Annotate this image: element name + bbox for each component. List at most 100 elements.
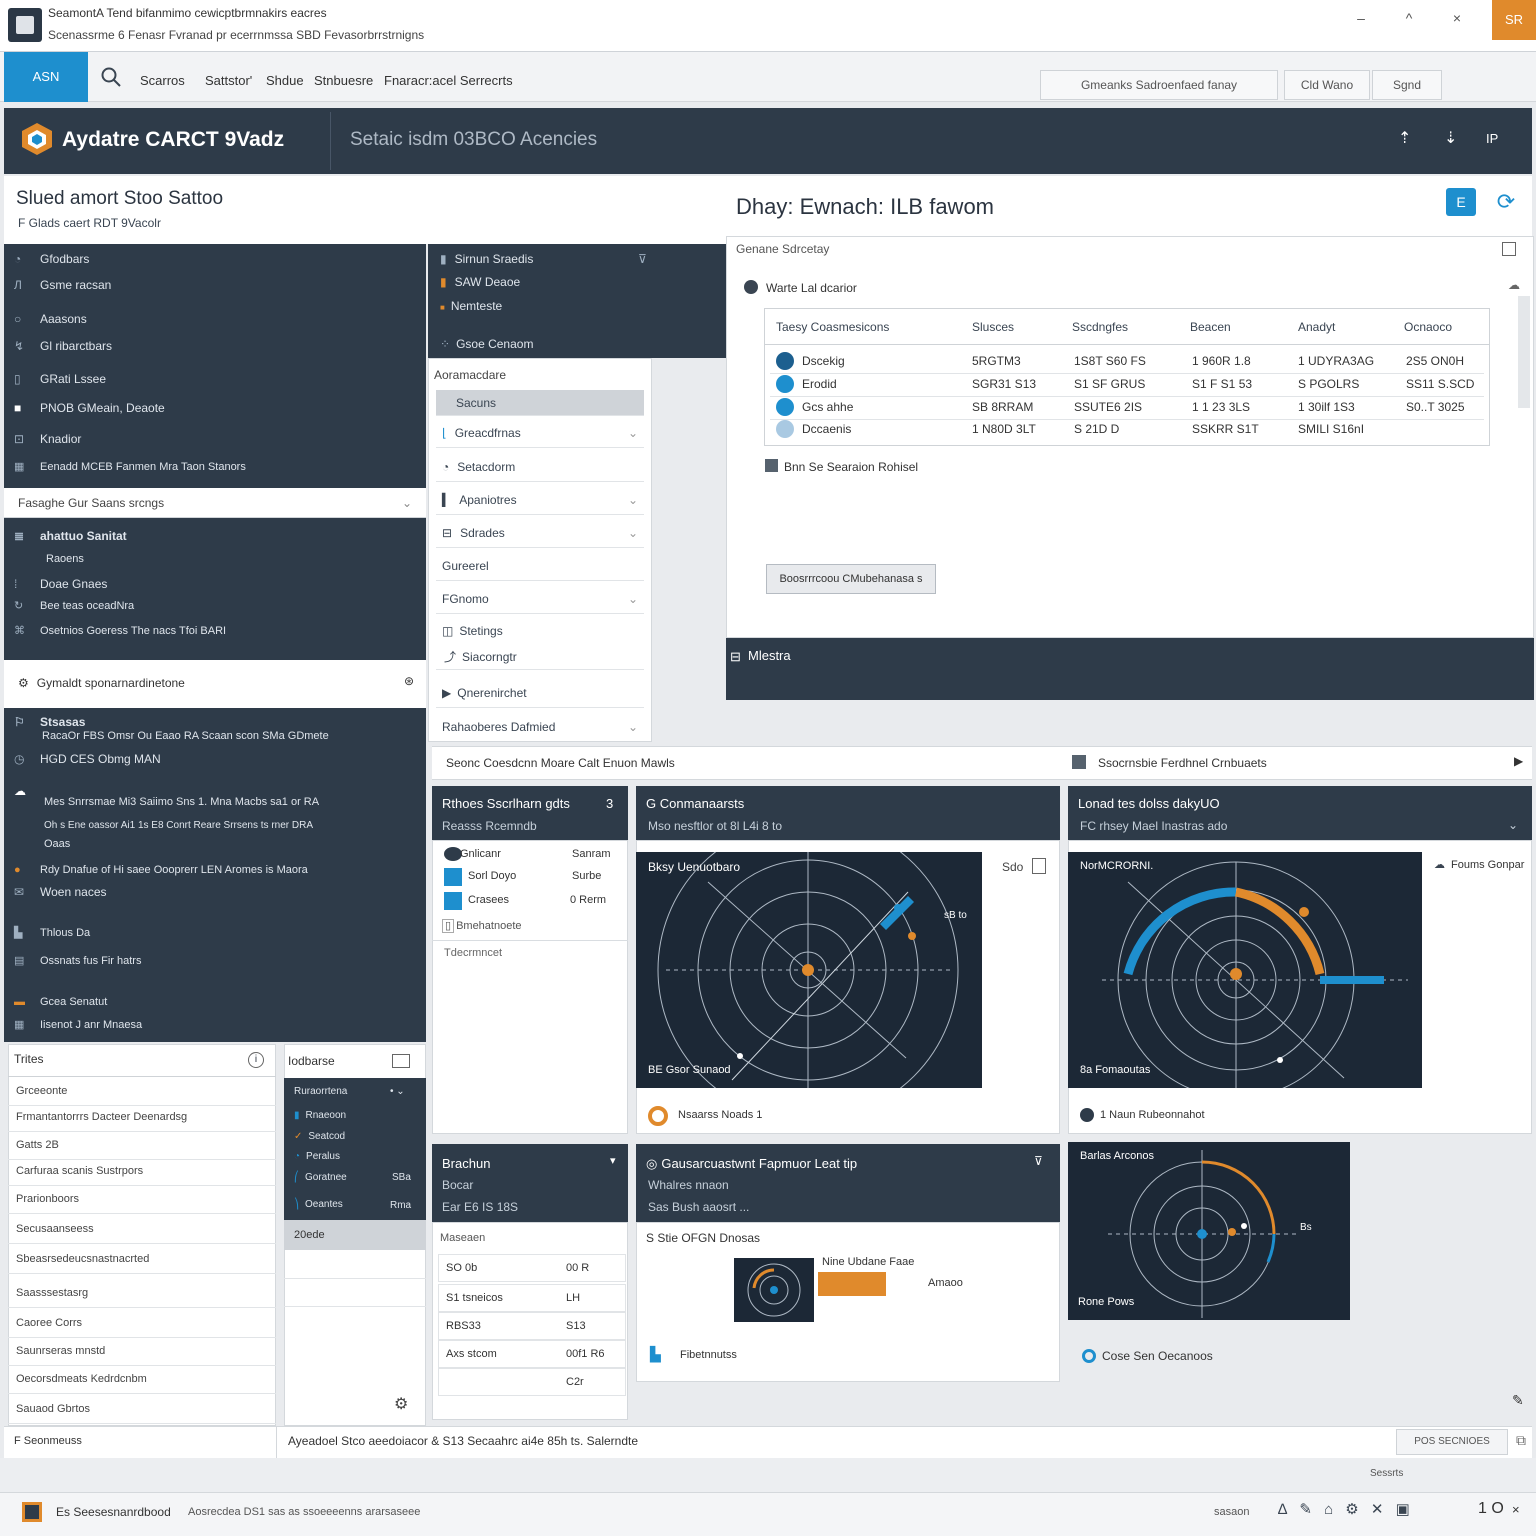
nav-item[interactable]: ▯ GRati Lssee [14,372,106,386]
nav-item[interactable]: Raoens [46,553,84,565]
list-row[interactable]: Saasssestasrg [8,1280,276,1308]
close-icon[interactable]: × [1512,1502,1520,1517]
mid-item[interactable]: ■ Nemteste [440,299,502,313]
corner-badge[interactable]: SR [1492,0,1536,40]
side-panel-selected[interactable]: 20ede [284,1220,426,1250]
menu-item-1[interactable]: Scarros [140,73,185,88]
menu-box-2[interactable]: Cld Wano [1284,70,1370,100]
help-icon[interactable]: IP [1486,131,1498,146]
nav-item[interactable]: ⚐ Stsasas [14,715,85,729]
menu-item-2[interactable]: Sattstor' [205,73,252,88]
status-button[interactable]: POS SECNIOES [1396,1429,1508,1455]
nav-item[interactable]: ▤ Ossnats fus Fir hatrs [14,954,141,967]
search-icon[interactable] [100,66,122,88]
menu-item[interactable]: ⤴ Siacorngtr [436,640,644,670]
nav-item[interactable]: ↻ Bee teas oceadNra [14,599,134,612]
list-row[interactable]: Sbeasrsedeucsnastnacrted [8,1246,276,1274]
menu-item[interactable]: ▍ Apaniotres ⌄ [436,485,644,515]
menu-item-3[interactable]: Shdue [266,73,304,88]
filter-icon[interactable]: ⊽ [638,252,647,266]
list-row[interactable]: Sauaod Gbrtos [8,1396,276,1424]
table-cell[interactable]: Erodid [802,377,837,391]
nav-item[interactable]: ○ Aaasons [14,312,87,326]
maximize-button[interactable]: ^ [1394,6,1424,30]
list-row[interactable]: Frmantantorrrs Dacteer Deenardsg [8,1104,276,1132]
mid-item[interactable]: ▮ SAW Deaoe [440,275,520,289]
side-panel-controls[interactable]: • ⌄ [390,1086,405,1097]
table-cell[interactable]: Dccaenis [802,422,851,436]
menu-home-button[interactable]: ASN [4,52,88,102]
close-button[interactable]: × [1442,6,1472,30]
menu-item-5[interactable]: Fnaracr:acel Serrecrts [384,73,513,88]
menu-item[interactable]: ⌊ Greacdfrnas ⌄ [436,418,644,448]
expand-icon[interactable] [1032,858,1046,874]
nav-item[interactable]: ⁞ Doae Gnaes [14,577,107,591]
edit-icon[interactable] [1072,755,1086,769]
side-panel-item[interactable]: ◔ Peralus [294,1151,340,1162]
side-panel-item[interactable]: ▮ Rnaeoon [294,1110,346,1121]
info-icon[interactable]: i [248,1052,264,1068]
menu-item-4[interactable]: Stnbuesre [314,73,373,88]
nav-item[interactable]: ⊡ Knadior [14,432,81,446]
side-panel-item[interactable]: ✓ Seatcod [294,1131,345,1142]
list-row[interactable]: Oecorsdmeats Kedrdcnbm [8,1366,276,1394]
card-row[interactable] [438,1368,626,1396]
nav-item[interactable]: ◔ Gfodbars [14,252,89,266]
nav-item[interactable]: ≣ ahattuo Sanitat [14,529,127,543]
mid-item[interactable]: ⁘ Gsoe Cenaom [440,337,533,351]
nav-item[interactable]: ◷ HGD CES Obmg MAN [14,752,161,766]
nav-item[interactable]: Л Gsme racsan [14,278,111,292]
mid-item[interactable]: ▮ Sirnun Sraedis [440,252,533,266]
list-row[interactable]: Prarionboors [8,1186,276,1214]
checkbox[interactable] [765,459,778,472]
list-row[interactable]: Gatts 2B [8,1132,276,1160]
menu-box-3[interactable]: Sgnd [1372,70,1442,100]
window-icon[interactable] [392,1054,410,1068]
panel-checkbox[interactable] [1502,242,1516,256]
tray-icons[interactable]: ∆ ✎ ⌂ ⚙ ✕ ▣ [1278,1500,1414,1518]
list-row[interactable]: Grceeonte [8,1078,276,1106]
side-panel-item[interactable]: ⎛ Goratnee [294,1172,347,1183]
menu-item[interactable]: ▶ Qnerenirchet [436,678,644,708]
nav-item[interactable]: ✉ Woen naces [14,885,107,899]
edit-icon[interactable]: ✎ [1512,1392,1524,1409]
menu-item[interactable]: FGnomo ⌄ [436,584,644,614]
cloud-icon[interactable]: ☁ [1508,278,1520,292]
menu-search-box[interactable]: Gmeanks Sadroenfaed fanay [1040,70,1278,100]
table-cell[interactable]: Gcs ahhe [802,400,853,414]
chevron-down-icon[interactable]: ▾ [610,1154,616,1167]
panel-action-button[interactable]: Boosrrrcoou CMubehanasa s [766,564,936,594]
taskbar-app-label[interactable]: Es Seesesnanrdbood [56,1505,171,1519]
side-panel-item[interactable]: ⎞ Oeantes [294,1199,343,1210]
nav-item[interactable]: ▦ Eenadd MCEB Fanmen Mra Taon Stanors [14,460,246,473]
minimize-button[interactable]: – [1346,6,1376,30]
nav-item[interactable]: ⌘ Osetnios Goeress The nacs Tfoi BARI [14,622,244,640]
arrow-up-icon[interactable]: ⇡ [1398,128,1411,148]
list-row[interactable]: Secusaanseess [8,1216,276,1244]
radio-button[interactable] [744,280,758,294]
chevron-down-icon[interactable]: ⌄ [1508,818,1518,832]
nav-item[interactable]: ■ PNOB GMeain, Deaote [14,401,165,415]
nav-item[interactable]: ▬ Gcea Senatut [14,996,107,1008]
app-icon[interactable] [8,8,42,42]
nav-group-bar[interactable]: ⚙ Gymaldt sponarnardinetone ⊛ [4,660,426,708]
filter-icon[interactable]: ⊽ [1034,1154,1043,1168]
copy-icon[interactable]: ⧉ [1516,1432,1526,1449]
settings-icon[interactable]: ⚙ [394,1394,408,1414]
table-cell[interactable]: Dscekig [802,354,845,368]
bell-icon[interactable]: ⇣ [1444,128,1457,148]
nav-item[interactable]: ▙ Thlous Da [14,926,90,939]
taskbar-app-icon[interactable] [22,1502,42,1522]
nav-item[interactable]: ▦ Iisenot J anr Mnaesa [14,1018,142,1031]
menu-item[interactable]: Rahaoberes Dafmied ⌄ [436,712,644,742]
nav-search-field[interactable]: Fasaghe Gur Saans srcngs ⌄ [4,488,426,518]
menu-item-selected[interactable]: Sacuns [436,390,644,416]
menu-item[interactable]: Gureerel [436,551,644,581]
scrollbar[interactable] [1518,296,1530,408]
list-row[interactable]: Caoree Corrs [8,1310,276,1338]
menu-item[interactable]: ◔ Setacdorm [436,452,644,482]
list-row[interactable]: Carfuraa scanis Sustrpors [8,1158,276,1186]
list-row[interactable]: Saunrseras mnstd [8,1338,276,1366]
nav-item[interactable]: ● Rdy Dnafue of Hi saee Oooprerr LEN Arom… [14,864,308,876]
side-panel-item[interactable]: Ruraorrtena [294,1086,347,1097]
